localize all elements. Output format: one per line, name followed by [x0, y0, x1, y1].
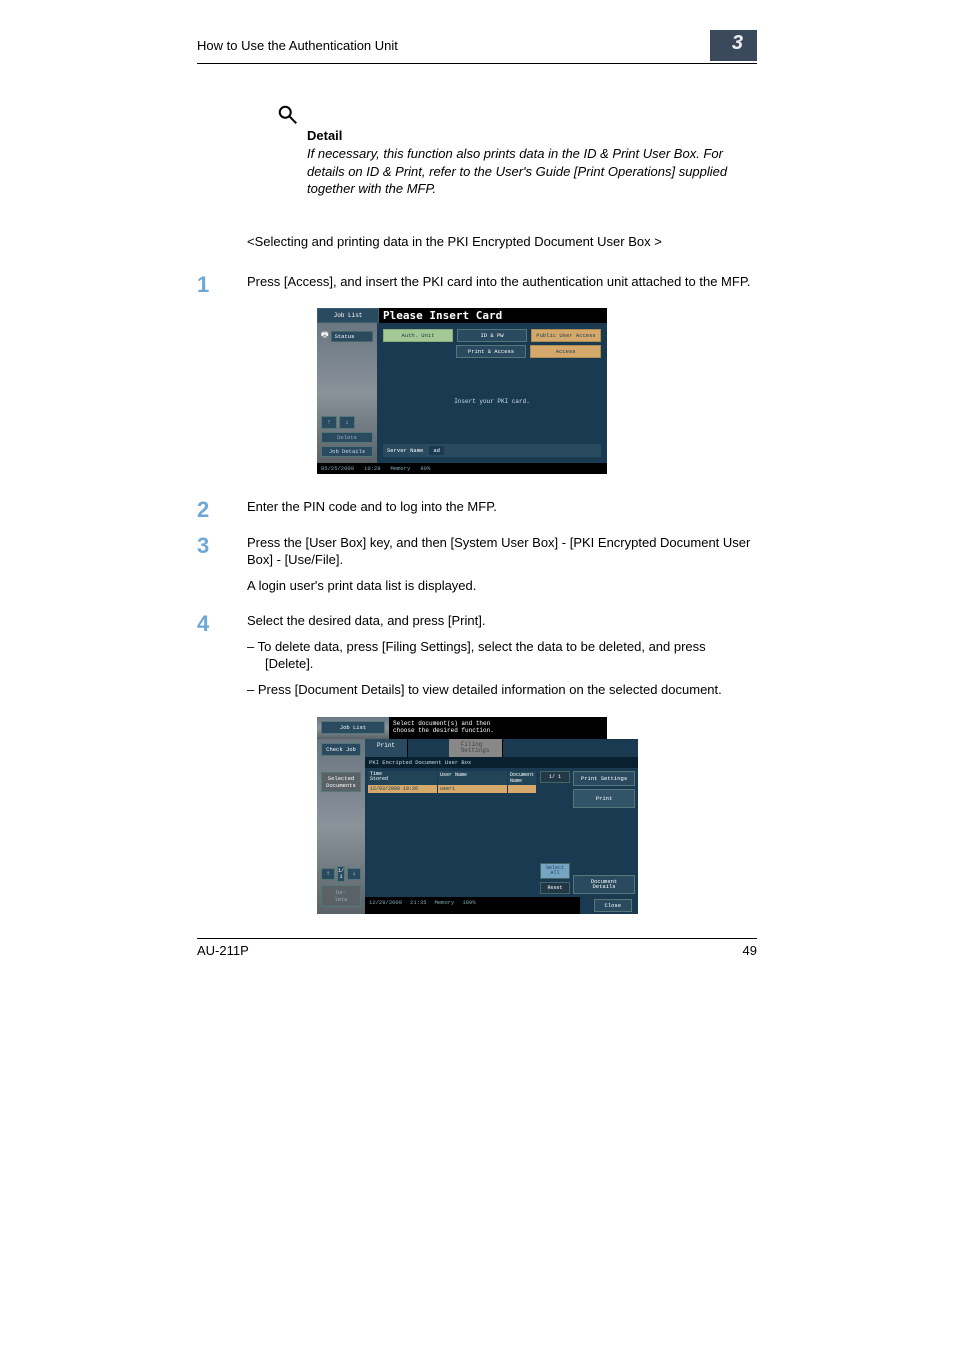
print-access-button[interactable]: Print & Access	[456, 345, 527, 358]
insert-card-message: Insert your PKI card.	[383, 358, 601, 444]
footer-model: AU-211P	[197, 943, 249, 958]
print-settings-button[interactable]: Print Settings	[573, 771, 635, 786]
footer-memory-value: 100%	[462, 899, 475, 912]
footer-memory-label: Memory	[435, 899, 455, 912]
step-text: Press [Access], and insert the PKI card …	[247, 273, 757, 291]
server-name-value: ad	[429, 446, 444, 455]
detail-text: If necessary, this function also prints …	[307, 145, 757, 198]
footer-time: 21:35	[410, 899, 427, 912]
page-indicator: 1/ 1	[540, 771, 570, 783]
server-name-label: Server Name	[387, 447, 423, 454]
delete-button[interactable]: Delete	[321, 432, 373, 443]
filing-settings-tab[interactable]: Filing Settings	[449, 739, 503, 757]
footer-time: 10:28	[364, 465, 381, 472]
job-details-button[interactable]: Job Details	[321, 446, 373, 457]
select-all-button[interactable]: Select All	[540, 863, 570, 879]
step-4: 4 Select the desired data, and press [Pr…	[197, 612, 757, 706]
step-1: 1 Press [Access], and insert the PKI car…	[197, 273, 757, 299]
step-text: Enter the PIN code and to log into the M…	[247, 498, 757, 516]
status-button[interactable]: Status	[331, 331, 373, 342]
job-list-tab[interactable]: Job List	[321, 721, 385, 734]
screen-title: Please Insert Card	[379, 308, 607, 323]
arrow-up-icon[interactable]: ↑	[321, 868, 335, 880]
step-text: Press the [User Box] key, and then [Syst…	[247, 534, 757, 569]
print-button[interactable]: Print	[573, 789, 635, 808]
step-subtext: – To delete data, press [Filing Settings…	[247, 638, 757, 673]
col-time-stored: Time Stored	[368, 771, 438, 785]
magnifier-icon	[277, 104, 299, 126]
footer-memory-value: 90%	[420, 465, 430, 472]
public-user-access-tab[interactable]: Public User Access	[531, 329, 601, 342]
arrow-down-icon[interactable]: ↓	[339, 416, 355, 429]
page-indicator: 1/ 1	[337, 866, 345, 882]
col-document-name: Document Name	[508, 771, 537, 785]
access-button[interactable]: Access	[530, 345, 601, 358]
check-job-button[interactable]: Check Job	[321, 743, 361, 756]
job-list-tab[interactable]: Job List	[317, 308, 379, 323]
step-number: 4	[197, 612, 247, 706]
footer-memory-label: Memory	[391, 465, 411, 472]
step-number: 3	[197, 534, 247, 603]
screen-title: Select document(s) and then choose the d…	[389, 717, 607, 739]
cell-user: user1	[438, 785, 508, 793]
footer-date: 05/25/2009	[321, 465, 354, 472]
step-number: 1	[197, 273, 247, 299]
footer-page-number: 49	[743, 943, 757, 958]
document-details-button[interactable]: Document Details	[573, 875, 635, 894]
document-list: Time Stored User Name Document Name 12/0…	[368, 771, 537, 894]
step-text: Select the desired data, and press [Prin…	[247, 612, 757, 630]
step-3: 3 Press the [User Box] key, and then [Sy…	[197, 534, 757, 603]
detail-block: Detail If necessary, this function also …	[277, 104, 757, 198]
auth-unit-tab[interactable]: Auth. Unit	[383, 329, 453, 342]
arrow-down-icon[interactable]: ↓	[347, 868, 361, 880]
list-item[interactable]: 12/03/2008 19:26 user1	[368, 785, 537, 793]
delete-button[interactable]: De-lete	[321, 885, 361, 907]
close-button[interactable]: Close	[594, 899, 633, 912]
screenshot-insert-card: Job List Please Insert Card 🖶 Status ↑ ↓	[317, 308, 757, 474]
selected-documents-label: Selected Documents	[321, 772, 361, 792]
detail-label: Detail	[307, 128, 757, 143]
screenshot-user-box: Job List Select document(s) and then cho…	[317, 717, 757, 914]
header-title: How to Use the Authentication Unit	[197, 38, 398, 53]
printer-icon: 🖶	[321, 329, 329, 343]
arrow-up-icon[interactable]: ↑	[321, 416, 337, 429]
col-user-name: User Name	[438, 771, 508, 785]
cell-time: 12/03/2008 19:26	[368, 785, 438, 793]
reset-button[interactable]: Reset	[540, 882, 570, 894]
page-footer: AU-211P 49	[197, 938, 757, 958]
chapter-badge: 3	[710, 30, 757, 61]
step-subtext: – Press [Document Details] to view detai…	[247, 681, 757, 699]
step-2: 2 Enter the PIN code and to log into the…	[197, 498, 757, 524]
print-tab[interactable]: Print	[365, 739, 408, 757]
step-number: 2	[197, 498, 247, 524]
section-subtitle: <Selecting and printing data in the PKI …	[247, 234, 757, 249]
box-header: PKI Encripted Document User Box	[365, 757, 638, 768]
id-pw-tab[interactable]: ID & PW	[457, 329, 527, 342]
page-header: How to Use the Authentication Unit 3	[197, 30, 757, 64]
footer-date: 12/29/2009	[369, 899, 402, 912]
step-text: A login user's print data list is displa…	[247, 577, 757, 595]
